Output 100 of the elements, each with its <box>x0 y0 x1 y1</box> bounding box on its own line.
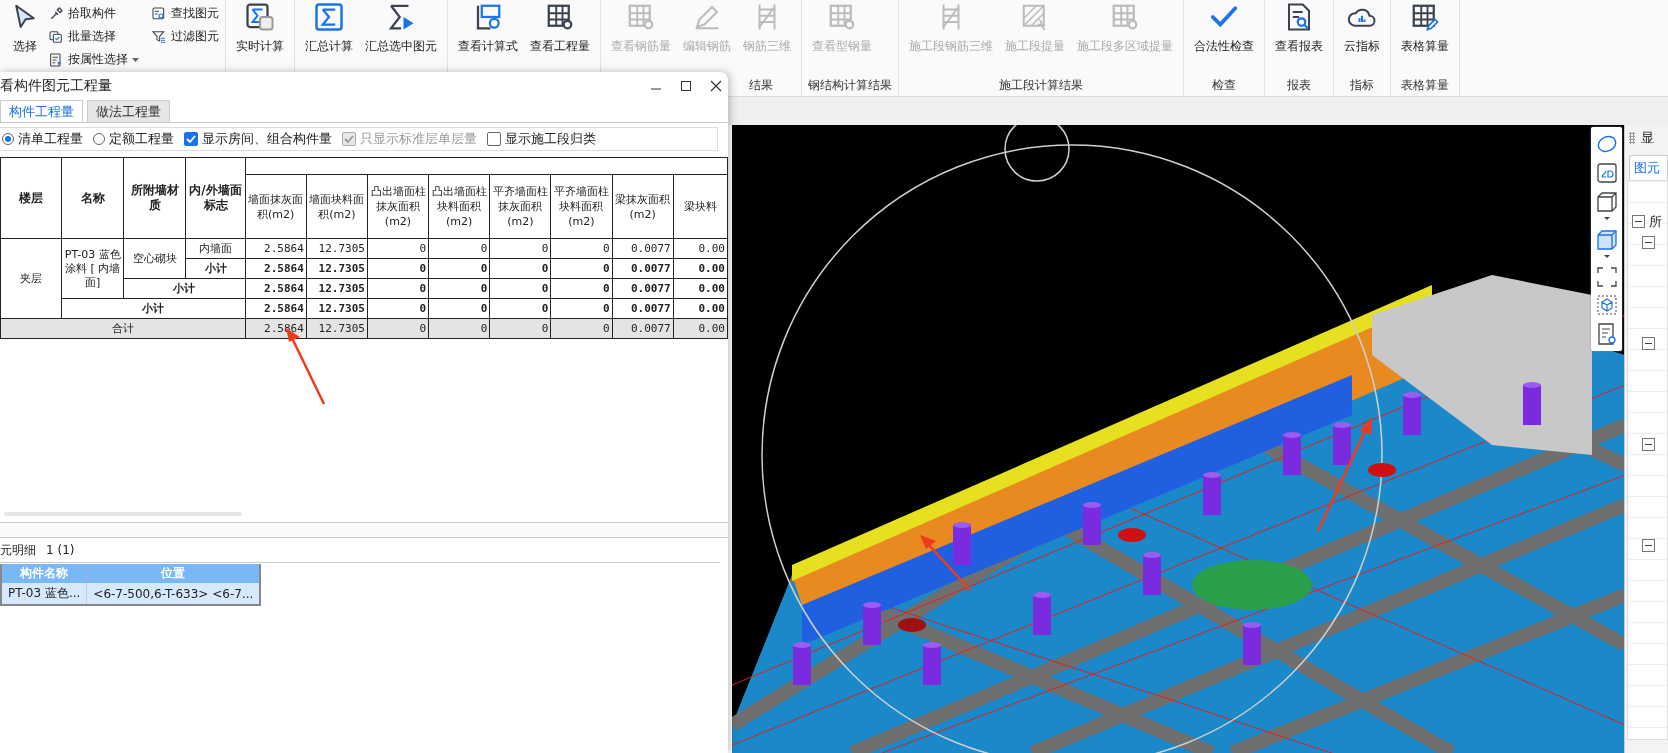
table-cell: 内墙面 <box>185 238 246 259</box>
table-cell: 0 <box>367 258 429 279</box>
column-header: 所附墙材质 <box>123 157 186 239</box>
list-select-icon <box>48 51 64 68</box>
column-header: 梁抹灰面积(m2) <box>612 174 674 239</box>
group-label: 报表 <box>1287 76 1311 94</box>
table-cell: 12.7305 <box>306 258 368 279</box>
toolbar-button[interactable]: 选择 <box>6 0 44 59</box>
box-select-icon[interactable] <box>1596 295 1617 315</box>
group-label: 钢结构计算结果 <box>808 76 892 94</box>
toolbar-button[interactable]: 查看报表 <box>1271 0 1327 59</box>
table-cell: 0.0077 <box>612 278 674 299</box>
close-icon[interactable] <box>710 80 722 92</box>
table-cell: 小计 <box>123 278 246 299</box>
column-header: 名称 <box>61 157 124 239</box>
toolbar-button[interactable]: 汇总选中图元 <box>361 0 441 59</box>
multi-select-icon <box>48 28 64 45</box>
group-label: 表格算量 <box>1401 76 1449 94</box>
caret-icon <box>132 57 139 62</box>
2d-view-icon[interactable] <box>1596 163 1617 183</box>
checkbox[interactable] <box>184 132 198 146</box>
toolbar-button[interactable]: 合法性检查 <box>1190 0 1258 59</box>
column-header: 墙面抹灰面积(m2) <box>245 174 307 239</box>
table-cell: 0 <box>489 258 551 279</box>
table-cell: 小计 <box>61 298 246 319</box>
table-cell: 0.00 <box>673 298 728 319</box>
option-label: 显示施工段归类 <box>505 130 596 148</box>
table-cell: 2.5864 <box>245 258 307 279</box>
toolbar-button[interactable]: 拾取构件 <box>48 2 139 25</box>
group-label: 施工段计算结果 <box>999 76 1083 94</box>
toolbar-button[interactable]: 过滤图元 <box>151 25 219 48</box>
toolbar-button[interactable]: 查看工程量 <box>526 0 594 59</box>
drag-handle-icon[interactable] <box>1629 132 1635 144</box>
toolbar-button[interactable]: 云指标 <box>1340 0 1384 59</box>
cube-icon[interactable] <box>1595 229 1618 259</box>
collapse-icon[interactable] <box>1642 337 1655 350</box>
table-cell: 2.5864 <box>245 298 307 319</box>
tree-item[interactable]: 所 <box>1649 212 1662 231</box>
toolbar-button[interactable]: 实时计算 <box>232 0 288 59</box>
panel-title: 显 <box>1641 129 1654 147</box>
collapse-icon[interactable] <box>1642 539 1655 552</box>
building-model-drawing[interactable] <box>732 125 1624 753</box>
column-header: 楼层 <box>0 157 62 239</box>
filter-icon <box>151 28 167 45</box>
column-header: 位置 <box>86 564 261 583</box>
option-label: 显示房间、组合构件量 <box>202 130 332 148</box>
maximize-icon[interactable] <box>680 80 692 92</box>
tab[interactable]: 构件工程量 <box>0 100 83 122</box>
table-cell: PT-03 蓝色涂料 [ 内墙面] <box>61 238 124 299</box>
checkbox[interactable] <box>487 132 501 146</box>
table-cell: 12.7305 <box>306 238 368 259</box>
table-cell: 0 <box>489 298 551 319</box>
column-header: 平齐墙面柱块料面积(m2) <box>550 174 613 239</box>
table-cell: 0 <box>550 258 613 279</box>
tab[interactable]: 图元 <box>1629 155 1668 180</box>
table-cell: 0.00 <box>673 238 728 259</box>
table-cell: 12.7305 <box>306 278 368 299</box>
option-label: 只显示标准层单层量 <box>360 130 477 148</box>
column-header: 凸出墙面柱抹灰面积(m2) <box>367 174 429 239</box>
toolbar-button[interactable]: 批量选择 <box>48 25 139 48</box>
orbit-icon[interactable] <box>1595 133 1618 155</box>
find-icon <box>151 5 167 22</box>
cube-icon[interactable] <box>1595 191 1618 221</box>
table-cell: 合计 <box>0 318 246 339</box>
tab[interactable]: 做法工程量 <box>87 100 170 122</box>
table-cell: 0.00 <box>673 258 728 279</box>
sigma-icon <box>386 2 416 32</box>
table-cell: 0 <box>489 278 551 299</box>
table-cell: 0 <box>550 298 613 319</box>
table-cell: 0 <box>428 258 490 279</box>
toolbar-button[interactable]: 汇总计算 <box>301 0 357 59</box>
table-cell: 0 <box>367 298 429 319</box>
collapse-icon[interactable] <box>1642 438 1655 451</box>
column-header: 墙面块料面积(m2) <box>306 174 368 239</box>
column-header: 内/外墙面标志 <box>185 157 246 239</box>
sigma-icon <box>314 2 344 32</box>
count-label: 1 (1) <box>46 543 75 557</box>
collapse-icon[interactable] <box>1632 215 1645 228</box>
table-cell: 2.5864 <box>245 238 307 259</box>
table-cell: 12.7305 <box>306 298 368 319</box>
table-cell: 0 <box>550 278 613 299</box>
table-cell: 0 <box>428 298 490 319</box>
toolbar-button[interactable]: 查找图元 <box>151 2 219 25</box>
display-settings-icon[interactable] <box>1596 323 1617 345</box>
table-cell: 0 <box>550 238 613 259</box>
frame-icon[interactable] <box>1596 267 1617 287</box>
table-cell: 0 <box>428 278 490 299</box>
table-cell: 0 <box>489 238 551 259</box>
dropper-icon <box>48 5 64 22</box>
table-cell: 2.5864 <box>245 278 307 299</box>
table-cell: 空心砌块 <box>123 238 186 279</box>
dropdown-button[interactable]: 按属性选择 <box>48 48 139 71</box>
table-cell: 0 <box>367 278 429 299</box>
group-label: 指标 <box>1350 76 1374 94</box>
column-header: 梁块料 <box>673 174 728 239</box>
column-header: 构件名称 <box>1 564 87 583</box>
toolbar-button[interactable]: 查看计算式 <box>454 0 522 59</box>
group-label: 结果 <box>749 76 773 94</box>
toolbar-button[interactable]: 表格算量 <box>1397 0 1453 59</box>
collapse-icon[interactable] <box>1642 236 1655 249</box>
